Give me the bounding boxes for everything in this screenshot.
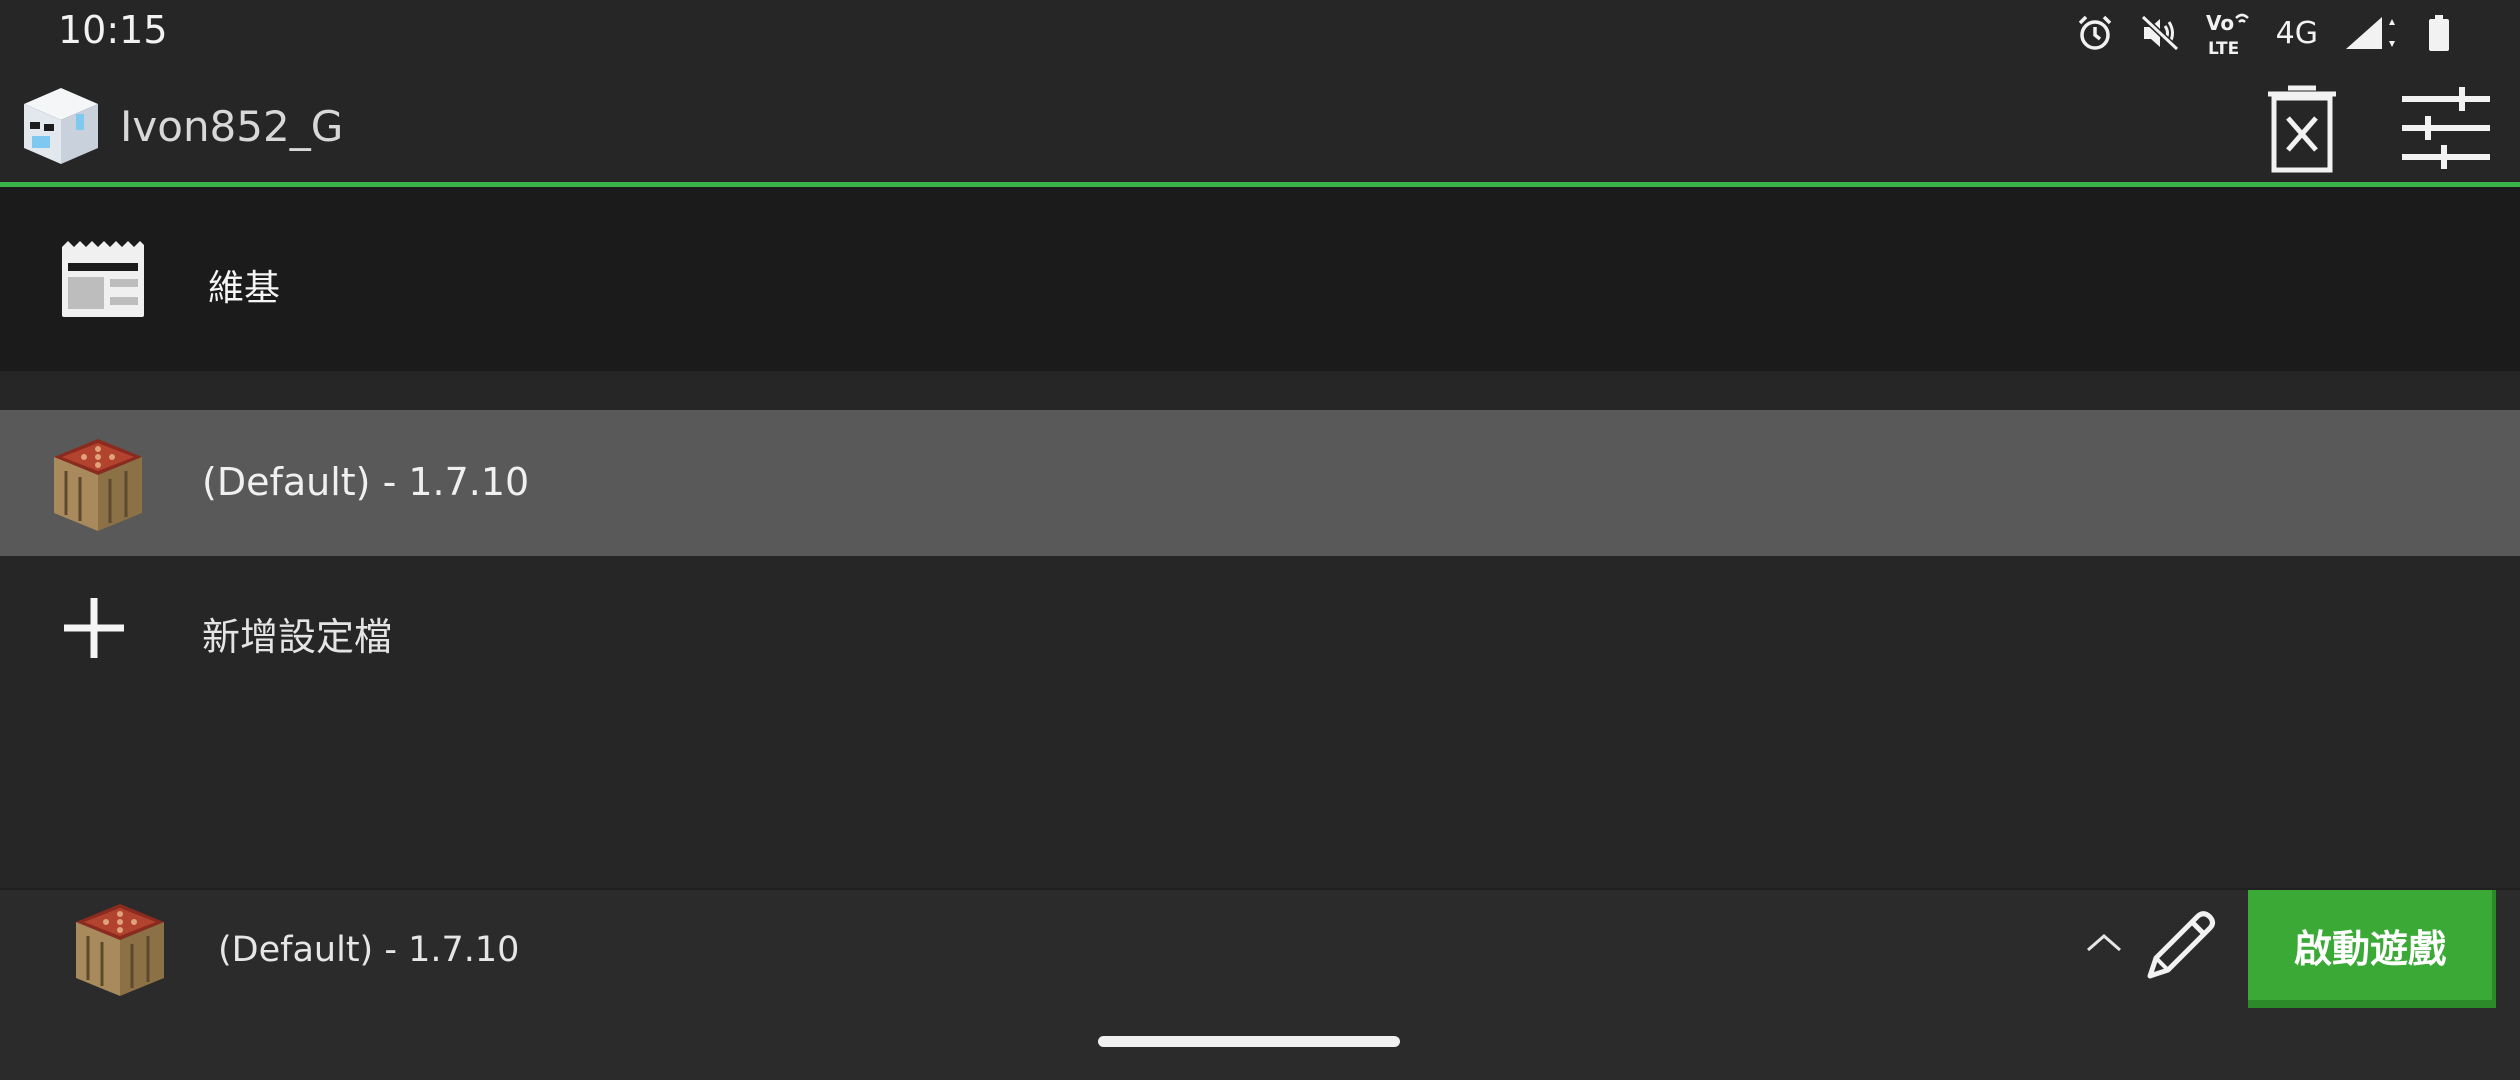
signal-icon	[2346, 17, 2395, 49]
app-toolbar: Ivon852_G	[0, 68, 2520, 182]
add-profile-row[interactable]: 新增設定檔	[0, 556, 2520, 702]
account-avatar[interactable]	[20, 84, 102, 166]
volte-icon: Vo LTE	[2206, 11, 2249, 56]
news-wiki-icon	[62, 241, 144, 317]
profile-list-item[interactable]: (Default) - 1.7.10	[0, 410, 2520, 556]
launch-game-button[interactable]: 啟動遊戲	[2248, 890, 2496, 1008]
battery-icon	[2429, 15, 2449, 51]
mute-icon	[2140, 14, 2179, 52]
alarm-icon	[2078, 15, 2111, 50]
delete-account-icon	[2268, 85, 2336, 173]
profile-name: (Default) - 1.7.10	[202, 460, 530, 504]
status-bar: 10:15 Vo LTE 4G	[0, 0, 2520, 68]
crafting-table-icon	[76, 904, 164, 996]
status-icons: Vo LTE 4G	[2076, 10, 2450, 56]
launch-bar: (Default) - 1.7.10 啟動遊戲	[0, 888, 2520, 1012]
add-profile-label: 新增設定檔	[202, 615, 393, 659]
wiki-row[interactable]: 維基	[0, 187, 2520, 371]
launcher-settings-button[interactable]	[2396, 78, 2496, 178]
network-type: 4G	[2275, 15, 2318, 51]
home-gesture-handle[interactable]	[1098, 1036, 1400, 1047]
wiki-label: 維基	[208, 268, 281, 309]
plus-icon	[64, 598, 124, 658]
edit-profile-icon[interactable]	[2140, 906, 2220, 986]
delete-account-button[interactable]	[2252, 78, 2352, 178]
svg-text:LTE: LTE	[2208, 39, 2239, 56]
system-nav-bar	[0, 1012, 2520, 1080]
selected-profile-label[interactable]: (Default) - 1.7.10	[218, 930, 519, 970]
account-username: Ivon852_G	[120, 102, 344, 151]
launcher-screen: 10:15 Vo LTE 4G Ivon852_G 維基 (Default) -…	[0, 0, 2520, 1080]
settings-sliders-icon	[2402, 87, 2490, 169]
svg-text:Vo: Vo	[2206, 11, 2234, 35]
status-time: 10:15	[58, 8, 168, 52]
crafting-table-icon	[54, 439, 142, 531]
chevron-up-icon[interactable]	[2086, 930, 2122, 954]
